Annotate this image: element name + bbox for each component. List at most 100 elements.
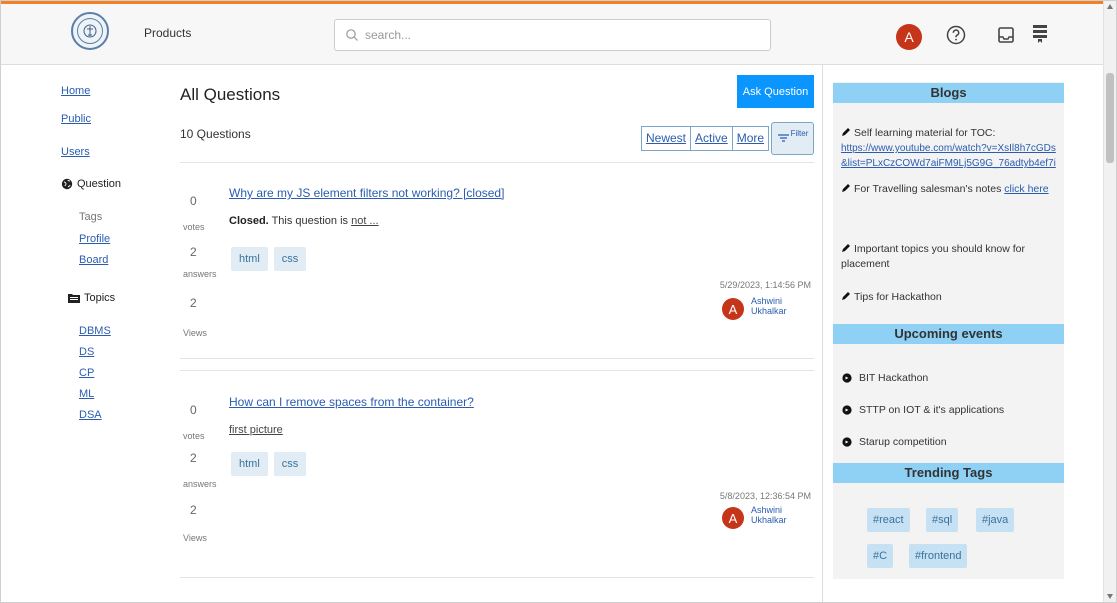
blog2-link[interactable]: click here — [1004, 183, 1048, 195]
nav-public[interactable]: Public — [61, 113, 91, 125]
products-link[interactable]: Products — [144, 26, 191, 40]
blog3-text: Important topics you should know for pla… — [841, 243, 1026, 270]
event-label: BIT Hackathon — [859, 372, 929, 384]
excerpt-bold: Closed. — [229, 215, 269, 227]
question-title[interactable]: How can I remove spaces from the contain… — [229, 395, 474, 409]
pencil-icon — [842, 244, 850, 252]
tag-html[interactable]: html — [231, 247, 268, 271]
event-item[interactable]: STTP on IOT & it's applications — [842, 404, 1004, 416]
views-label: Views — [183, 328, 207, 338]
page-title: All Questions — [180, 85, 281, 104]
author-name[interactable]: Ashwini Ukhalkar — [751, 505, 814, 525]
ask-question-button[interactable]: Ask Question — [737, 75, 814, 108]
inbox-icon[interactable] — [996, 25, 1016, 45]
nav-topic-ml[interactable]: ML — [79, 388, 94, 400]
sort-tabs: Newest Active More — [641, 126, 770, 151]
vote-count: 0 — [190, 403, 197, 417]
trending-tag-c[interactable]: #C — [867, 544, 894, 568]
event-label: STTP on IOT & it's applications — [859, 404, 1005, 416]
search-icon — [346, 29, 358, 41]
views-label: Views — [183, 533, 207, 543]
top-bar: Products A — [1, 1, 1105, 65]
globe-icon — [61, 178, 73, 190]
event-bullet-icon — [842, 437, 852, 447]
answers-label: answers — [183, 479, 217, 489]
help-icon[interactable] — [945, 24, 967, 46]
votes-label: votes — [183, 222, 205, 232]
search-input[interactable] — [365, 28, 745, 42]
question-excerpt: Closed. This question is not ... — [229, 215, 379, 227]
divider — [180, 370, 814, 371]
nav-topics-label: Topics — [84, 292, 116, 304]
trending-tag-react[interactable]: #react — [867, 508, 910, 532]
nav-home[interactable]: Home — [61, 85, 90, 97]
question-tags: html css — [231, 247, 307, 271]
trending-tag-sql[interactable]: #sql — [926, 508, 959, 532]
nav-question-label: Question — [77, 178, 122, 190]
nav-tags[interactable]: Tags — [79, 211, 102, 223]
search-box[interactable] — [334, 19, 771, 51]
author-avatar[interactable]: A — [722, 507, 744, 529]
answer-count: 2 — [190, 451, 197, 465]
event-bullet-icon — [842, 373, 852, 383]
divider — [180, 162, 814, 163]
answer-count: 2 — [190, 245, 197, 259]
question-card: 0 votes 2 answers 2 Views How can I remo… — [180, 394, 814, 584]
tag-html[interactable]: html — [231, 452, 268, 476]
excerpt-underlined: not ... — [351, 215, 379, 227]
answers-label: answers — [183, 269, 217, 279]
blog1-link[interactable]: https://www.youtube.com/watch?v=XsIl8h7c… — [841, 143, 1056, 169]
blog-item-hackathon: Tips for Hackathon — [841, 290, 1056, 305]
menu-icon[interactable] — [1030, 23, 1050, 45]
nav-topic-dbms[interactable]: DBMS — [79, 325, 111, 337]
pencil-icon — [842, 292, 850, 300]
nav-topic-cp[interactable]: CP — [79, 367, 94, 379]
event-label: Starup competition — [859, 436, 947, 448]
nav-topic-dsa[interactable]: DSA — [79, 409, 102, 421]
question-count: 10 Questions — [180, 127, 251, 141]
vote-count: 0 — [190, 194, 197, 208]
logo-inner-icon — [77, 18, 103, 44]
logo-emblem[interactable] — [71, 12, 109, 50]
nav-question-heading: Question — [61, 178, 121, 190]
trending-tag-frontend[interactable]: #frontend — [909, 544, 968, 568]
divider — [180, 358, 814, 359]
divider — [180, 577, 814, 578]
tab-more[interactable]: More — [733, 127, 768, 150]
scroll-thumb[interactable] — [1106, 73, 1114, 163]
tag-css[interactable]: css — [273, 452, 307, 476]
blog4-text: Tips for Hackathon — [854, 291, 942, 303]
event-item[interactable]: Starup competition — [842, 436, 947, 448]
blog-item-tsp: For Travelling salesman's notes click he… — [841, 182, 1056, 197]
blog1-text: Self learning material for TOC: — [854, 127, 996, 139]
blog-item-toc: Self learning material for TOC: https://… — [841, 126, 1056, 171]
author-avatar[interactable]: A — [722, 298, 744, 320]
trending-header: Trending Tags — [833, 463, 1064, 483]
events-header: Upcoming events — [833, 324, 1064, 344]
scroll-up-icon[interactable] — [1107, 4, 1113, 9]
main-content: All Questions Ask Question 10 Questions … — [166, 65, 823, 602]
filter-button[interactable]: Filter — [771, 122, 814, 155]
event-item[interactable]: BIT Hackathon — [842, 372, 928, 384]
nav-users[interactable]: Users — [61, 146, 90, 158]
nav-topic-ds[interactable]: DS — [79, 346, 94, 358]
nav-topics-heading: Topics — [68, 292, 115, 304]
scrollbar[interactable] — [1103, 1, 1116, 602]
question-title[interactable]: Why are my JS element filters not workin… — [229, 186, 504, 200]
tab-newest[interactable]: Newest — [642, 127, 692, 150]
votes-label: votes — [183, 431, 205, 441]
question-date: 5/29/2023, 1:14:56 PM — [719, 280, 811, 290]
tag-css[interactable]: css — [273, 247, 307, 271]
author-name[interactable]: Ashwini Ukhalkar — [751, 296, 814, 316]
excerpt-underlined: first picture — [229, 424, 283, 436]
blog2-text: For Travelling salesman's notes — [854, 183, 1005, 195]
nav-board[interactable]: Board — [79, 254, 108, 266]
tab-active[interactable]: Active — [691, 127, 733, 150]
trending-tag-java[interactable]: #java — [976, 508, 1015, 532]
nav-profile[interactable]: Profile — [79, 233, 110, 245]
question-tags: html css — [231, 452, 307, 476]
scroll-down-icon[interactable] — [1107, 594, 1113, 599]
excerpt-text: This question is — [268, 215, 352, 227]
user-avatar[interactable]: A — [896, 24, 922, 50]
view-count: 2 — [190, 296, 197, 310]
